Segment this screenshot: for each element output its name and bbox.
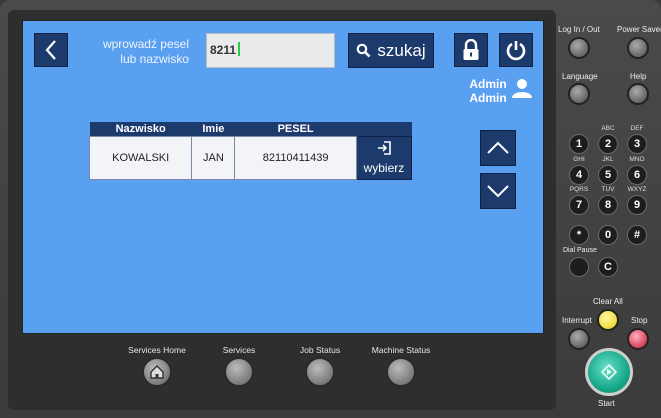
admin-line-1: Admin <box>469 77 507 91</box>
dial-pause-label: Dial Pause <box>563 247 597 254</box>
scroll-down-button[interactable] <box>480 173 516 209</box>
keypad-key-5[interactable]: 5 <box>598 165 618 185</box>
select-button-label: wybierz <box>363 160 405 175</box>
start-icon <box>601 364 617 380</box>
help-button[interactable] <box>627 83 649 105</box>
cell-imie: JAN <box>191 135 236 180</box>
keypad-key-9[interactable]: 9 <box>627 195 647 215</box>
machine-status-button[interactable] <box>386 357 416 387</box>
col-header-imie: Imie <box>191 122 235 136</box>
back-button[interactable] <box>34 33 68 67</box>
stop-button[interactable] <box>627 328 649 350</box>
keypad-key-hash[interactable]: # <box>627 225 647 245</box>
search-button[interactable]: szukaj <box>348 33 434 68</box>
keypad-sub-4: GHI <box>573 156 585 163</box>
job-status-button[interactable] <box>305 357 335 387</box>
keypad-key-clear[interactable]: C <box>598 257 618 277</box>
col-header-pesel: PESEL <box>234 122 357 136</box>
power-saver-label: Power Saver <box>617 25 661 34</box>
results-table: Nazwisko Imie PESEL KOWALSKI JAN 8211041… <box>88 122 413 180</box>
sign-in-icon <box>377 140 391 155</box>
keypad-key-6[interactable]: 6 <box>627 165 647 185</box>
prompt-line-1: wprowadź pesel <box>102 37 189 51</box>
services-label: Services <box>222 345 256 355</box>
keypad-sub-8: TUV <box>601 186 615 193</box>
interrupt-button[interactable] <box>568 328 590 350</box>
touch-screen: wprowadź pesel lub nazwisko 8211 szukaj … <box>22 20 544 334</box>
cell-pesel: 82110411439 <box>234 135 357 180</box>
keypad-key-1[interactable]: 1 <box>569 134 589 154</box>
keypad-sub-3: DEF <box>630 125 644 132</box>
search-prompt: wprowadź pesel lub nazwisko <box>79 37 189 67</box>
keypad-key-7[interactable]: 7 <box>569 195 589 215</box>
language-label: Language <box>562 72 598 81</box>
language-button[interactable] <box>568 83 590 105</box>
services-home-button[interactable] <box>142 357 172 387</box>
device-panel: wprowadź pesel lub nazwisko 8211 szukaj … <box>0 0 661 418</box>
lock-icon <box>463 39 479 60</box>
power-saver-button[interactable] <box>627 37 649 59</box>
interrupt-label: Interrupt <box>562 316 592 325</box>
help-label: Help <box>630 72 647 81</box>
start-label: Start <box>598 399 615 408</box>
keypad-sub-7: PQRS <box>569 186 589 193</box>
login-logout-label: Log In / Out <box>558 25 600 34</box>
login-logout-button[interactable] <box>568 37 590 59</box>
keypad-sub-5: JKL <box>602 156 614 163</box>
home-icon <box>150 365 164 379</box>
keypad-key-2[interactable]: 2 <box>598 134 618 154</box>
clear-all-label: Clear All <box>593 297 623 306</box>
keypad-key-3[interactable]: 3 <box>627 134 647 154</box>
keypad-key-4[interactable]: 4 <box>569 165 589 185</box>
keypad-sub-6: MNO <box>629 156 645 163</box>
col-header-action <box>356 122 412 136</box>
scroll-up-button[interactable] <box>480 130 516 166</box>
dial-pause-button[interactable] <box>569 257 589 277</box>
keypad-sub-2: ABC <box>601 125 615 132</box>
chevron-left-icon <box>45 40 56 60</box>
prompt-line-2: lub nazwisko <box>120 52 189 66</box>
services-button[interactable] <box>224 357 254 387</box>
col-header-nazwisko: Nazwisko <box>89 122 192 136</box>
job-status-label: Job Status <box>299 345 341 355</box>
keypad-key-star[interactable]: * <box>569 225 589 245</box>
select-button[interactable]: wybierz <box>355 135 413 180</box>
search-button-label: szukaj <box>377 40 426 60</box>
services-home-label: Services Home <box>128 345 186 355</box>
stop-label: Stop <box>631 316 648 325</box>
table-header-row: Nazwisko Imie PESEL <box>89 122 412 136</box>
power-icon <box>506 41 526 61</box>
chevron-down-icon <box>487 185 509 198</box>
user-icon <box>512 79 532 98</box>
lock-button[interactable] <box>454 33 488 67</box>
keypad-key-0[interactable]: 0 <box>598 225 618 245</box>
power-button[interactable] <box>499 33 533 67</box>
text-caret <box>238 42 241 56</box>
table-row[interactable]: KOWALSKI JAN 82110411439 wybierz <box>88 135 413 180</box>
machine-status-label: Machine Status <box>371 345 431 355</box>
search-input[interactable]: 8211 <box>206 33 335 68</box>
cell-nazwisko: KOWALSKI <box>88 135 193 180</box>
keypad-key-8[interactable]: 8 <box>598 195 618 215</box>
keypad-sub-9: WXYZ <box>627 186 647 193</box>
search-icon <box>357 43 371 58</box>
search-input-value: 8211 <box>210 43 237 57</box>
start-button[interactable] <box>585 348 633 396</box>
admin-line-2: Admin <box>469 91 507 105</box>
chevron-up-icon <box>487 141 509 154</box>
clear-all-button[interactable] <box>597 309 619 331</box>
